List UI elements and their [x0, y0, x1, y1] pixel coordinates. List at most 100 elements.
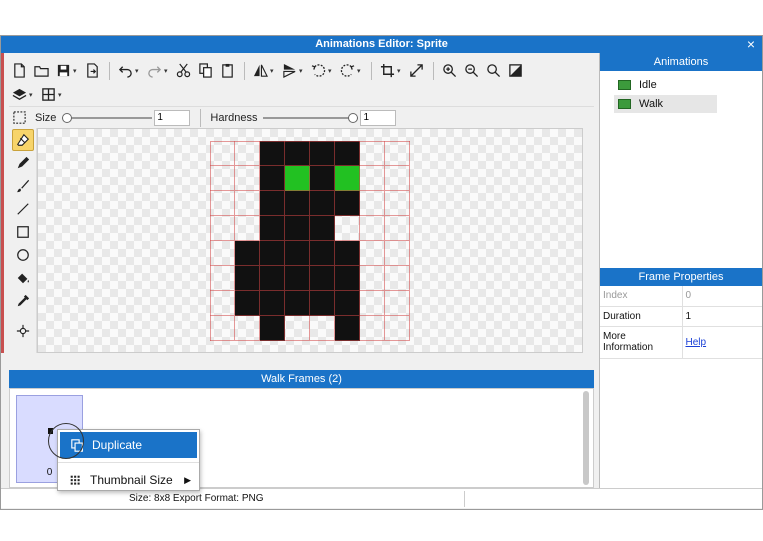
rotate-right-icon[interactable]: [337, 61, 357, 81]
rotate-right-dropdown-icon[interactable]: ▾: [357, 67, 364, 75]
pixel[interactable]: [260, 266, 285, 291]
crop-dropdown-icon[interactable]: ▾: [397, 67, 404, 75]
layers-icon[interactable]: [9, 85, 29, 105]
open-folder-icon[interactable]: [31, 61, 51, 81]
copy-icon[interactable]: [195, 61, 215, 81]
menu-item-duplicate[interactable]: Duplicate: [60, 432, 197, 458]
grid-dropdown-icon[interactable]: ▾: [58, 91, 65, 99]
pixel[interactable]: [385, 316, 410, 341]
hardness-slider-thumb[interactable]: [348, 112, 359, 123]
ellipse-tool-icon[interactable]: [12, 244, 34, 266]
pixel[interactable]: [335, 241, 360, 266]
pixel[interactable]: [310, 191, 335, 216]
pixel[interactable]: [210, 241, 235, 266]
pixel[interactable]: [335, 191, 360, 216]
pixel[interactable]: [210, 291, 235, 316]
pixel[interactable]: [285, 141, 310, 166]
resize-icon[interactable]: [406, 61, 426, 81]
redo-icon[interactable]: [144, 61, 164, 81]
pixel[interactable]: [360, 316, 385, 341]
help-link[interactable]: Help: [686, 337, 707, 348]
crop-icon[interactable]: [377, 61, 397, 81]
pixel[interactable]: [360, 141, 385, 166]
menu-item-thumbnail-size[interactable]: Thumbnail Size ▶: [58, 467, 199, 493]
pixel[interactable]: [385, 216, 410, 241]
pixel[interactable]: [310, 291, 335, 316]
save-icon[interactable]: [53, 61, 73, 81]
zoom-in-icon[interactable]: [439, 61, 459, 81]
flip-horizontal-dropdown-icon[interactable]: ▾: [270, 67, 277, 75]
pixel[interactable]: [235, 291, 260, 316]
pixel[interactable]: [235, 216, 260, 241]
eraser-tool-icon[interactable]: [12, 129, 34, 151]
duration-value[interactable]: 1: [682, 306, 762, 327]
line-tool-icon[interactable]: [12, 198, 34, 220]
pixel[interactable]: [385, 166, 410, 191]
frames-scrollbar[interactable]: [583, 391, 589, 485]
pixel[interactable]: [235, 266, 260, 291]
layers-dropdown-icon[interactable]: ▾: [29, 91, 36, 99]
pixel[interactable]: [360, 241, 385, 266]
new-file-icon[interactable]: [9, 61, 29, 81]
hardness-slider[interactable]: [263, 112, 359, 123]
pixel[interactable]: [210, 216, 235, 241]
pixel[interactable]: [360, 266, 385, 291]
pixel[interactable]: [260, 316, 285, 341]
export-icon[interactable]: [82, 61, 102, 81]
pixel[interactable]: [260, 241, 285, 266]
pixel[interactable]: [335, 141, 360, 166]
pixel[interactable]: [260, 141, 285, 166]
rectangle-tool-icon[interactable]: [12, 221, 34, 243]
size-slider[interactable]: [62, 112, 153, 123]
pixel[interactable]: [210, 266, 235, 291]
pixel[interactable]: [210, 316, 235, 341]
pixel[interactable]: [335, 291, 360, 316]
sprite-canvas[interactable]: [37, 128, 583, 353]
animation-item-idle[interactable]: Idle: [614, 76, 717, 94]
pixel[interactable]: [310, 241, 335, 266]
pixel[interactable]: [360, 291, 385, 316]
pixel[interactable]: [285, 216, 310, 241]
pixel[interactable]: [260, 291, 285, 316]
animation-item-walk[interactable]: Walk: [614, 95, 717, 113]
size-input[interactable]: [154, 109, 191, 126]
pixel[interactable]: [385, 141, 410, 166]
pixel[interactable]: [310, 316, 335, 341]
rotate-left-dropdown-icon[interactable]: ▾: [328, 67, 335, 75]
pixel[interactable]: [235, 241, 260, 266]
pixel[interactable]: [235, 191, 260, 216]
pixel[interactable]: [385, 291, 410, 316]
selection-icon[interactable]: [9, 108, 29, 128]
pixel[interactable]: [335, 166, 360, 191]
brush-tool-icon[interactable]: [12, 175, 34, 197]
cut-icon[interactable]: [173, 61, 193, 81]
contrast-icon[interactable]: [505, 61, 525, 81]
pixel[interactable]: [360, 216, 385, 241]
pixel[interactable]: [285, 291, 310, 316]
pixel[interactable]: [235, 166, 260, 191]
pixel-grid[interactable]: [210, 141, 410, 341]
pixel[interactable]: [260, 216, 285, 241]
pixel[interactable]: [210, 141, 235, 166]
pixel[interactable]: [360, 166, 385, 191]
pixel[interactable]: [285, 191, 310, 216]
pixel[interactable]: [310, 166, 335, 191]
pixel[interactable]: [335, 266, 360, 291]
flip-horizontal-icon[interactable]: [250, 61, 270, 81]
close-icon[interactable]: ×: [744, 36, 758, 53]
eyedropper-tool-icon[interactable]: [12, 290, 34, 312]
pixel[interactable]: [335, 216, 360, 241]
anchor-point-icon[interactable]: [12, 320, 34, 342]
pencil-tool-icon[interactable]: [12, 152, 34, 174]
pixel[interactable]: [385, 191, 410, 216]
save-dropdown-icon[interactable]: ▾: [73, 67, 80, 75]
pixel[interactable]: [385, 266, 410, 291]
pixel[interactable]: [235, 316, 260, 341]
flip-vertical-icon[interactable]: [279, 61, 299, 81]
undo-icon[interactable]: [115, 61, 135, 81]
hardness-input[interactable]: [360, 109, 397, 126]
paste-icon[interactable]: [217, 61, 237, 81]
pixel[interactable]: [210, 166, 235, 191]
redo-dropdown-icon[interactable]: ▾: [164, 67, 171, 75]
rotate-left-icon[interactable]: [308, 61, 328, 81]
